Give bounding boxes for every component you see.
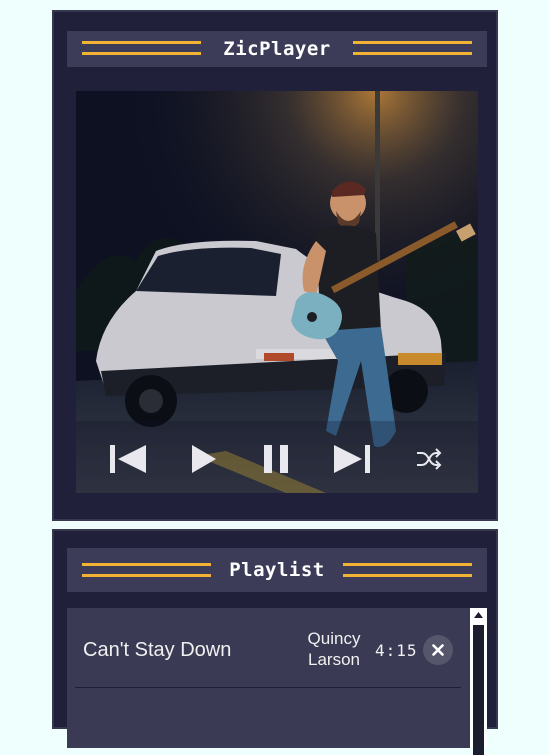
track-title: Can't Stay Down — [83, 639, 232, 661]
close-icon — [432, 644, 444, 656]
title-decoration-left — [82, 41, 201, 55]
track-artist: Quincy Larson — [307, 629, 361, 669]
playlist-title-bar: Playlist — [67, 548, 487, 592]
playlist-panel: Playlist Can't Stay Down Quincy Larson 4:… — [52, 529, 498, 755]
next-button[interactable] — [330, 439, 374, 479]
playback-controls — [76, 439, 478, 479]
title-decoration-left — [82, 563, 211, 577]
playlist-list: Can't Stay Down Quincy Larson 4:15 — [67, 608, 487, 755]
pause-button[interactable] — [256, 439, 296, 479]
title-decoration-right — [353, 41, 472, 55]
scrollbar-thumb[interactable] — [473, 625, 484, 755]
player-panel: ZicPlayer — [52, 10, 498, 521]
playlist-scrollbar[interactable] — [470, 608, 487, 755]
player-title-bar: ZicPlayer — [67, 31, 487, 67]
scroll-up-button[interactable] — [470, 608, 487, 622]
shuffle-icon — [417, 448, 442, 470]
player-title: ZicPlayer — [223, 38, 331, 60]
previous-button[interactable] — [106, 439, 150, 479]
album-art-illustration — [76, 91, 478, 493]
pause-icon — [264, 445, 288, 473]
list-item[interactable]: Can't Stay Down Quincy Larson 4:15 — [67, 608, 469, 688]
track-duration: 4:15 — [375, 641, 418, 660]
play-icon — [192, 445, 216, 473]
title-decoration-right — [343, 563, 472, 577]
skip-previous-icon — [110, 445, 146, 473]
skip-next-icon — [334, 445, 370, 473]
triangle-up-icon — [474, 612, 483, 618]
row-divider — [75, 687, 461, 688]
album-art — [76, 91, 478, 493]
remove-track-button[interactable] — [423, 635, 453, 665]
shuffle-button[interactable] — [412, 439, 446, 479]
play-button[interactable] — [184, 439, 224, 479]
playlist-title: Playlist — [229, 559, 325, 581]
